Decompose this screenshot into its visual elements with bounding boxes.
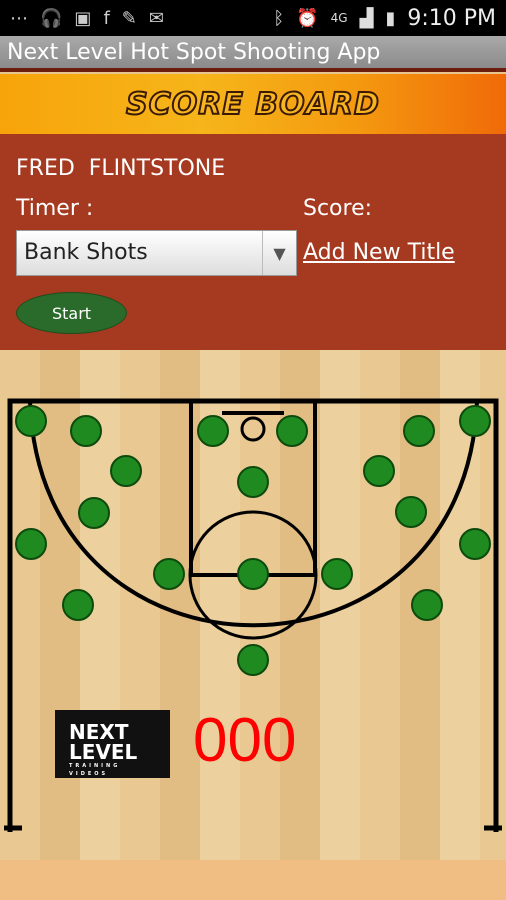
- shot-spot[interactable]: [321, 558, 353, 590]
- shot-spot[interactable]: [276, 415, 308, 447]
- shot-spot[interactable]: [459, 405, 491, 437]
- shot-spot[interactable]: [70, 415, 102, 447]
- shot-spot[interactable]: [15, 405, 47, 437]
- shot-spot[interactable]: [237, 644, 269, 676]
- shot-spot[interactable]: [197, 415, 229, 447]
- shot-spot[interactable]: [237, 466, 269, 498]
- shot-spot[interactable]: [153, 558, 185, 590]
- shot-spot[interactable]: [363, 455, 395, 487]
- shot-spot[interactable]: [15, 528, 47, 560]
- shot-spot[interactable]: [62, 589, 94, 621]
- shot-spot[interactable]: [237, 558, 269, 590]
- score-counter: 000: [193, 706, 297, 775]
- shot-spot[interactable]: [403, 415, 435, 447]
- shot-spot[interactable]: [411, 589, 443, 621]
- shot-spot[interactable]: [395, 496, 427, 528]
- shot-spot[interactable]: [78, 497, 110, 529]
- shot-spot[interactable]: [110, 455, 142, 487]
- shot-spot[interactable]: [459, 528, 491, 560]
- bottom-bar: [0, 860, 506, 900]
- next-level-logo: NEXT LEVEL TRAINING VIDEOS: [55, 710, 170, 778]
